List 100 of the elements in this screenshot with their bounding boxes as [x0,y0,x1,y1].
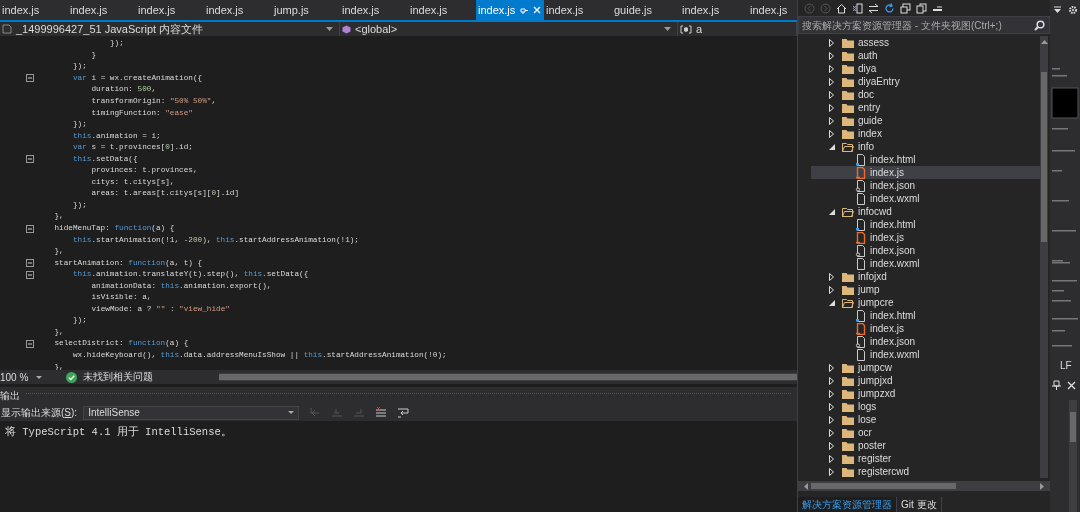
editor-tab[interactable]: index.js [680,0,748,20]
panel-tab[interactable]: Git 更改 [897,497,942,512]
tree-item[interactable]: diyaEntry [798,75,1040,88]
tree-item[interactable]: doc [798,88,1040,101]
editor-tab[interactable]: guide.js [612,0,680,20]
tree-item[interactable]: entry [798,101,1040,114]
editor-tab[interactable]: index.js [476,0,544,20]
folder-icon [842,427,854,438]
folder-icon [842,453,854,464]
collapse-all-icon[interactable] [900,2,911,14]
caret-icon [664,27,671,31]
editor-tab[interactable]: index.js [68,0,136,20]
source-label: 显示输出来源(S): [0,405,78,420]
pin-icon[interactable] [1052,380,1061,390]
folder-icon [842,63,854,74]
tree-item[interactable]: index.wxml [811,348,1040,361]
tree-item[interactable]: jumpcre [798,296,1040,309]
horizontal-scrollbar[interactable] [798,481,1050,491]
tree-item[interactable]: infojxd [798,270,1040,283]
caret-icon [326,27,333,31]
word-wrap-icon[interactable] [397,407,410,418]
tree-item[interactable]: auth [798,49,1040,62]
tree-item[interactable]: infocwd [798,205,1040,218]
source-dropdown[interactable]: IntelliSense [83,405,300,420]
tree-item[interactable]: index.wxml [811,192,1040,205]
tree-item[interactable]: guide [798,114,1040,127]
editor-tab[interactable]: index.js [204,0,272,20]
field-icon [680,24,692,34]
panel-title: 输出 [0,388,20,403]
tree-item[interactable]: index.html [811,309,1040,322]
editor-tab[interactable]: index.js [340,0,408,20]
pin-icon[interactable] [520,6,529,14]
folder-icon [842,102,854,113]
tree-item[interactable]: jumpcw [798,361,1040,374]
folder-icon [842,388,854,399]
tree-item[interactable]: index.html [811,153,1040,166]
tree-item[interactable]: assess [798,36,1040,49]
file-icon [855,192,866,205]
search-icon[interactable] [1034,19,1045,31]
refresh-icon[interactable] [884,2,895,14]
js-file-icon [855,231,866,244]
vertical-scrollbar[interactable] [1040,36,1048,478]
file-icon [2,24,12,34]
folder-icon [842,89,854,100]
folder-icon [842,466,854,477]
solution-switch-icon[interactable] [852,2,863,14]
tree-item[interactable]: info [798,140,1040,153]
folder-icon [842,115,854,126]
editor-tab[interactable]: index.js [408,0,476,20]
project-dropdown[interactable]: _1499996427_51 JavaScript 内容文件 [0,22,340,36]
editor-tab[interactable]: jump.js [272,0,340,20]
tree-item[interactable]: jump [798,283,1040,296]
tree-item[interactable]: jumpzxd [798,387,1040,400]
folder-icon [842,401,854,412]
tree-item[interactable]: index.js [811,166,1040,179]
zoom-dropdown[interactable]: 100 % [0,371,47,383]
line-ending-label: LF [1059,360,1073,373]
tree-item[interactable]: index.json [811,179,1040,192]
tree-item[interactable]: index.json [811,335,1040,348]
tree-item[interactable]: diya [798,62,1040,75]
panel-tab[interactable]: 解决方案资源管理器 [798,497,897,512]
show-all-files-icon[interactable] [916,2,927,14]
caret-icon [288,411,295,414]
tree-item[interactable]: ocr [798,426,1040,439]
open-folder-icon [842,297,854,308]
tree-item[interactable]: index.html [811,218,1040,231]
html-file-icon [855,153,866,166]
open-folder-icon [842,141,854,152]
editor-tab[interactable]: index.js [136,0,204,20]
tree-item[interactable]: index.wxml [811,257,1040,270]
editor-tab[interactable]: index.js [748,0,797,20]
close-icon[interactable] [1067,380,1076,390]
tree-item[interactable]: register [798,452,1040,465]
clear-all-icon[interactable] [375,407,388,418]
tree-item[interactable]: index [798,127,1040,140]
tree-item[interactable]: logs [798,400,1040,413]
expanded-arrow-icon [829,208,835,215]
editor-tab[interactable]: index.js [0,0,68,20]
tree-item[interactable]: poster [798,439,1040,452]
file-icon [855,257,866,270]
vertical-scrollbar[interactable] [1069,400,1077,512]
folder-icon [842,50,854,61]
tree-item[interactable]: index.js [811,322,1040,335]
expanded-arrow-icon [829,299,835,306]
html-file-icon [855,309,866,322]
tree-item[interactable]: lose [798,413,1040,426]
tree-item[interactable]: index.json [811,244,1040,257]
scope-dropdown[interactable]: <global> [340,22,678,36]
search-field[interactable]: 搜索解决方案资源管理器 - 文件夹视图(Ctrl+;) [798,16,1050,34]
tree-item[interactable]: registercwd [798,465,1040,478]
dropdown-icon[interactable] [1053,5,1062,15]
editor-tab[interactable]: index.js [544,0,612,20]
horizontal-scrollbar[interactable] [219,373,797,381]
settings-icon[interactable] [1068,5,1078,15]
expanded-arrow-icon [829,143,835,150]
issues-status[interactable]: 未找到相关问题 [83,370,154,384]
home-icon[interactable] [836,2,847,14]
sync-icon[interactable] [868,2,879,14]
tree-item[interactable]: jumpjxd [798,374,1040,387]
tree-item[interactable]: index.js [811,231,1040,244]
